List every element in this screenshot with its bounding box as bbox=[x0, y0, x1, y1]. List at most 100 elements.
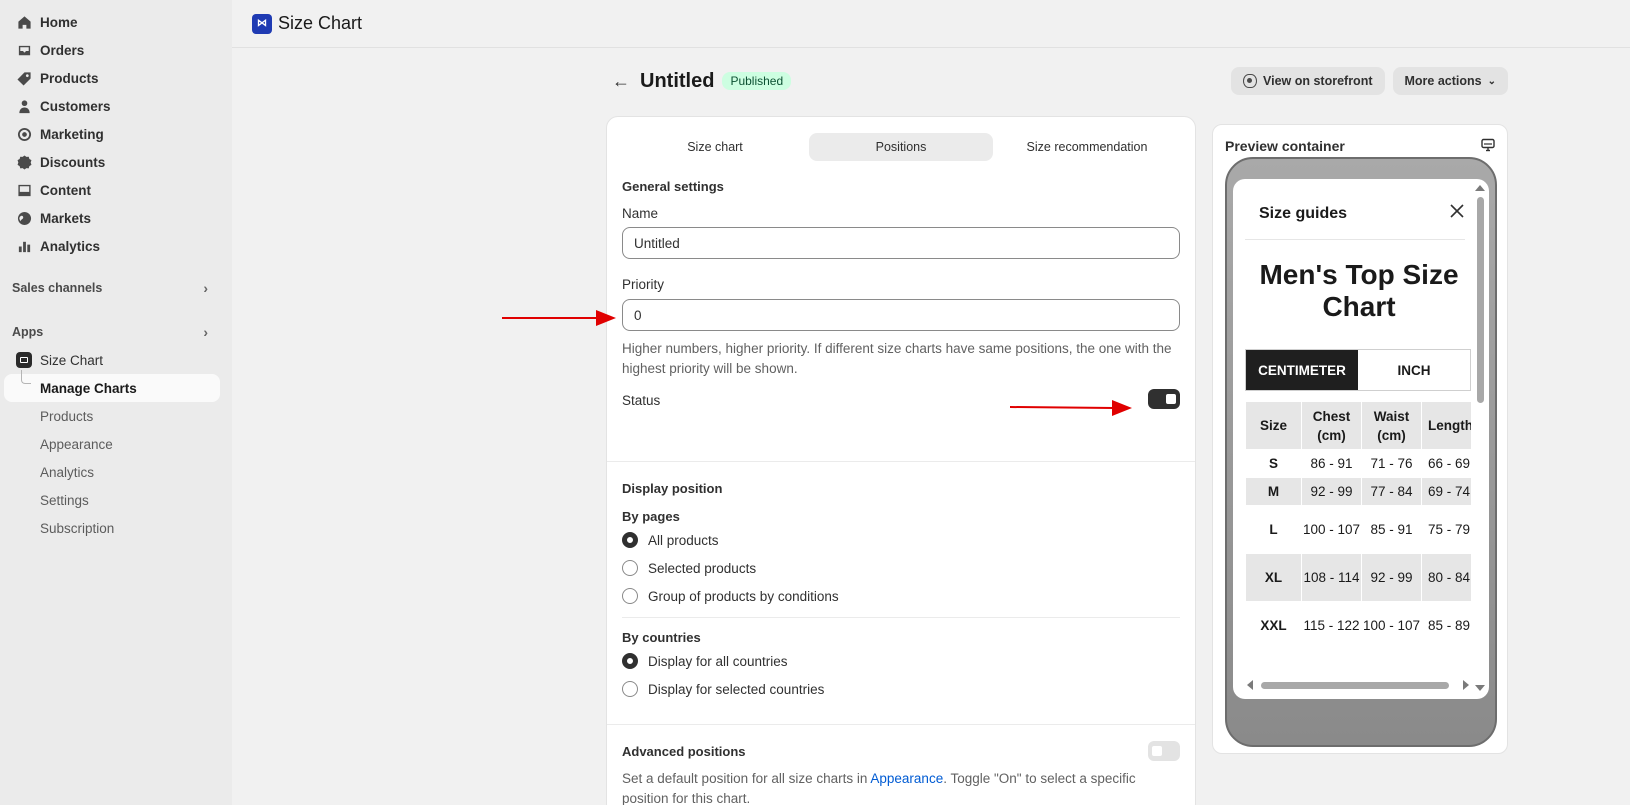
scroll-left-icon[interactable] bbox=[1247, 680, 1253, 690]
table-cell: 75 - 79 bbox=[1421, 505, 1471, 554]
tab-size-recommendation[interactable]: Size recommendation bbox=[995, 133, 1179, 161]
scroll-right-icon[interactable] bbox=[1463, 680, 1469, 690]
pages-radio-group: All products Selected products Group of … bbox=[622, 526, 839, 610]
sidebar-item-settings[interactable]: Settings bbox=[0, 486, 232, 514]
close-icon[interactable] bbox=[1449, 203, 1465, 219]
scroll-down-icon[interactable] bbox=[1475, 685, 1485, 691]
sidebar-item-label: Products bbox=[40, 408, 94, 424]
priority-label: Priority bbox=[622, 277, 665, 292]
unit-centimeter-button[interactable]: CENTIMETER bbox=[1246, 350, 1358, 390]
sidebar-item-content[interactable]: Content bbox=[0, 176, 232, 204]
sidebar-item-products-sub[interactable]: Products bbox=[0, 402, 232, 430]
table-cell: 115 - 122 bbox=[1301, 601, 1362, 650]
phone-frame: Size guides Men's Top Size Chart CENTIME… bbox=[1225, 157, 1497, 747]
sidebar-item-marketing[interactable]: Marketing bbox=[0, 120, 232, 148]
sidebar-item-label: Marketing bbox=[40, 126, 104, 142]
sidebar-item-orders[interactable]: Orders bbox=[0, 36, 232, 64]
advanced-positions-toggle[interactable] bbox=[1148, 741, 1180, 761]
radio-button[interactable] bbox=[622, 653, 638, 669]
radio-all-countries[interactable]: Display for all countries bbox=[622, 647, 824, 675]
table-cell: 66 - 69 bbox=[1421, 449, 1471, 478]
content-icon bbox=[16, 182, 32, 198]
sidebar-item-label: Appearance bbox=[40, 436, 113, 452]
toggle-knob bbox=[1152, 746, 1162, 756]
sidebar-item-label: Products bbox=[40, 70, 99, 86]
table-cell: 80 - 84 bbox=[1421, 553, 1471, 602]
back-arrow-icon[interactable]: ← bbox=[612, 71, 630, 92]
toggle-knob bbox=[1166, 394, 1176, 404]
sidebar: Home Orders Products Customers Marketing… bbox=[0, 0, 232, 805]
sales-channels-section[interactable]: Sales channels › bbox=[0, 274, 232, 302]
more-actions-button[interactable]: More actions ⌄ bbox=[1392, 67, 1508, 95]
table-header: Size bbox=[1245, 401, 1302, 450]
sidebar-item-label: Home bbox=[40, 14, 78, 30]
target-icon bbox=[16, 126, 32, 142]
appearance-link[interactable]: Appearance bbox=[870, 771, 943, 786]
name-input[interactable]: Untitled bbox=[622, 227, 1180, 259]
app-title: Size Chart bbox=[278, 13, 363, 33]
advanced-help-text: Set a default position for all size char… bbox=[622, 769, 1182, 805]
sidebar-item-discounts[interactable]: Discounts bbox=[0, 148, 232, 176]
tree-branch bbox=[21, 370, 31, 384]
priority-input[interactable]: 0 bbox=[622, 299, 1180, 331]
size-table-scroll[interactable]: Size Chest (cm) Waist (cm) Length (cm) S… bbox=[1245, 401, 1471, 677]
tab-size-chart[interactable]: Size chart bbox=[623, 133, 807, 161]
radio-selected-countries[interactable]: Display for selected countries bbox=[622, 675, 824, 703]
tab-positions[interactable]: Positions bbox=[809, 133, 993, 161]
apps-section[interactable]: Apps › bbox=[0, 318, 232, 346]
chevron-down-icon: ⌄ bbox=[1487, 75, 1496, 87]
table-cell: 77 - 84 bbox=[1361, 477, 1422, 506]
tabs: Size chart Positions Size recommendation bbox=[607, 117, 1195, 161]
monitor-icon[interactable] bbox=[1481, 138, 1495, 152]
sidebar-item-subscription[interactable]: Subscription bbox=[0, 514, 232, 542]
table-header-row: Size Chest (cm) Waist (cm) Length (cm) bbox=[1245, 401, 1471, 450]
table-cell: M bbox=[1245, 477, 1302, 506]
radio-label: All products bbox=[648, 532, 719, 548]
status-badge: Published bbox=[722, 72, 792, 90]
bar-chart-icon bbox=[16, 238, 32, 254]
divider bbox=[622, 617, 1180, 618]
radio-button[interactable] bbox=[622, 681, 638, 697]
radio-button[interactable] bbox=[622, 588, 638, 604]
general-settings-heading: General settings bbox=[622, 179, 724, 194]
sidebar-item-manage-charts[interactable]: Manage Charts bbox=[4, 370, 220, 402]
view-on-storefront-button[interactable]: View on storefront bbox=[1230, 67, 1385, 95]
radio-button[interactable] bbox=[622, 532, 638, 548]
radio-selected-products[interactable]: Selected products bbox=[622, 554, 839, 582]
sidebar-item-customers[interactable]: Customers bbox=[0, 92, 232, 120]
table-cell: XL bbox=[1245, 553, 1302, 602]
preview-container: Preview container Size guides Men's Top … bbox=[1212, 124, 1508, 754]
size-guides-title: Size guides bbox=[1259, 205, 1348, 222]
sidebar-item-products[interactable]: Products bbox=[0, 64, 232, 92]
sidebar-item-markets[interactable]: Markets bbox=[0, 204, 232, 232]
radio-group-conditions[interactable]: Group of products by conditions bbox=[622, 582, 839, 610]
sidebar-item-appearance[interactable]: Appearance bbox=[0, 430, 232, 458]
section-label: Apps bbox=[12, 325, 44, 339]
sidebar-item-size-chart-app[interactable]: Size Chart bbox=[0, 346, 232, 374]
radio-button[interactable] bbox=[622, 560, 638, 576]
sidebar-item-analytics-sub[interactable]: Analytics bbox=[0, 458, 232, 486]
table-cell: S bbox=[1245, 449, 1302, 478]
unit-switch: CENTIMETER INCH bbox=[1245, 349, 1471, 391]
size-table: Size Chest (cm) Waist (cm) Length (cm) S… bbox=[1245, 401, 1471, 650]
horizontal-scrollbar[interactable] bbox=[1245, 679, 1471, 691]
radio-label: Display for selected countries bbox=[648, 681, 825, 697]
table-row: XL 108 - 114 92 - 99 80 - 84 bbox=[1245, 553, 1471, 602]
vertical-scrollbar[interactable] bbox=[1474, 185, 1486, 691]
table-header: Waist (cm) bbox=[1361, 401, 1422, 450]
settings-card: Size chart Positions Size recommendation… bbox=[606, 116, 1196, 805]
unit-inch-button[interactable]: INCH bbox=[1358, 350, 1470, 390]
status-toggle[interactable] bbox=[1148, 389, 1180, 409]
scrollbar-thumb[interactable] bbox=[1477, 197, 1484, 403]
scrollbar-thumb[interactable] bbox=[1261, 682, 1449, 689]
sidebar-item-label: Settings bbox=[40, 492, 89, 508]
radio-label: Display for all countries bbox=[648, 653, 788, 669]
radio-all-products[interactable]: All products bbox=[622, 526, 839, 554]
sidebar-item-label: Analytics bbox=[40, 464, 95, 480]
annotation-arrow-priority bbox=[502, 310, 616, 326]
scroll-up-icon[interactable] bbox=[1475, 185, 1485, 191]
button-label: View on storefront bbox=[1262, 74, 1373, 88]
sidebar-item-analytics[interactable]: Analytics bbox=[0, 232, 232, 260]
sidebar-item-home[interactable]: Home bbox=[0, 8, 232, 36]
display-position-heading: Display position bbox=[622, 481, 723, 496]
